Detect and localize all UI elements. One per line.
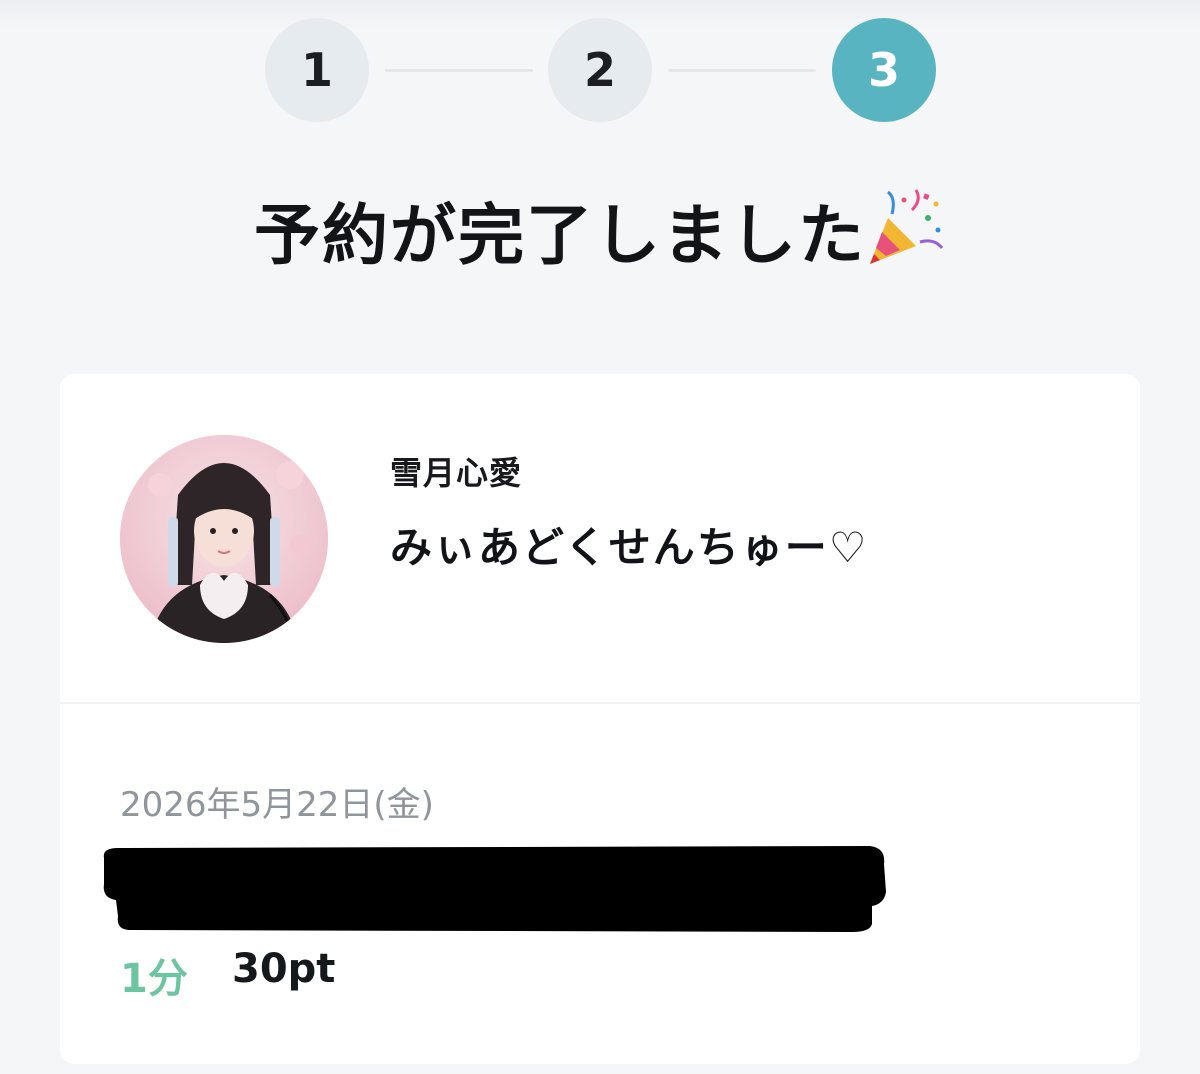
reservation-date: 2026年5月22日(金) <box>120 785 434 825</box>
step-1: 1 <box>265 18 369 122</box>
idol-name: 雪月心愛 <box>390 454 523 492</box>
divider <box>60 702 1140 704</box>
step-2: 2 <box>548 18 652 122</box>
party-popper-icon <box>870 189 944 264</box>
reservation-card: 雪月心愛 みぃあどくせんちゅー♡ 2026年5月22日(金) 1分 30pt <box>60 374 1140 1064</box>
idol-tagline: みぃあどくせんちゅー♡ <box>390 523 869 572</box>
step-connector <box>385 69 533 72</box>
step-3-current: 3 <box>832 18 936 122</box>
avatar <box>120 435 328 643</box>
completion-heading: 予約が完了しました <box>0 188 1200 281</box>
idol-photo <box>120 435 328 643</box>
session-duration: 1分 <box>120 956 188 1002</box>
session-price: 30pt <box>232 946 336 992</box>
redaction-bar <box>103 846 886 932</box>
page-title: 予約が完了しました <box>254 197 866 274</box>
progress-stepper: 1 2 3 <box>0 0 1200 140</box>
step-connector <box>668 69 816 72</box>
